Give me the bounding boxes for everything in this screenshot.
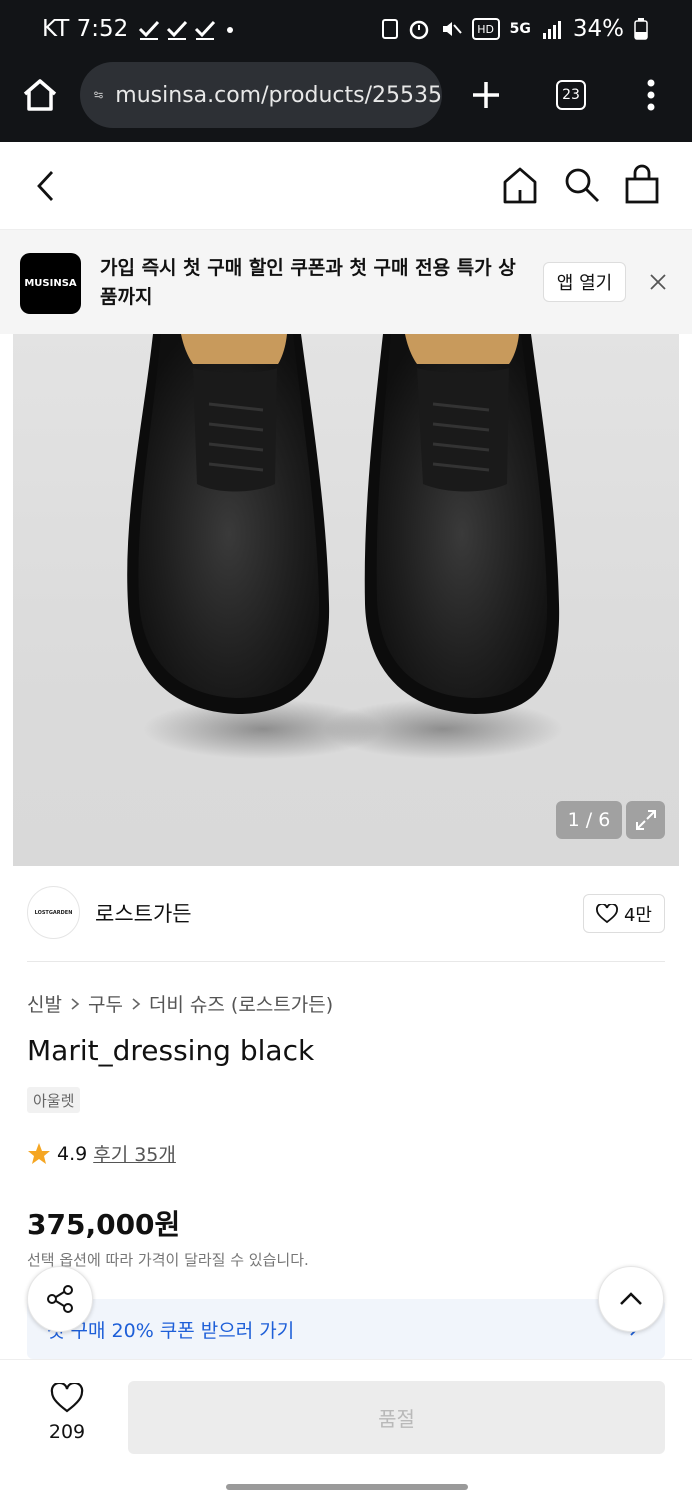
chevron-up-icon [620,1292,642,1305]
scroll-top-button[interactable] [598,1266,664,1332]
battery-saver-icon [381,19,398,39]
share-button[interactable] [27,1266,93,1332]
network-label: 5G [509,21,531,37]
divider [27,961,665,962]
wishlist-count: 209 [48,1421,86,1443]
brand-name[interactable]: 로스트가든 [95,898,192,928]
breadcrumb: 신발 구두 더비 슈즈 (로스트가든) [27,990,333,1017]
site-settings-icon[interactable] [94,83,103,107]
brand-likes-count: 4만 [623,904,652,926]
product-image[interactable] [13,334,679,866]
star-icon [28,1142,50,1164]
more-menu-icon[interactable] [644,78,658,112]
shoes-image [127,334,563,759]
status-bar: KT 7:52 HD 5G 34% [0,0,692,62]
breadcrumb-item[interactable]: 신발 [27,990,62,1017]
chevron-right-icon [132,997,141,1010]
url-text: musinsa.com/products/25535 [115,82,442,108]
check-icons [139,20,234,40]
app-header [0,142,692,230]
banner-text: 가입 즉시 첫 구매 할인 쿠폰과 첫 구매 전용 특가 상품까지 [100,257,516,308]
back-icon[interactable] [36,170,56,202]
battery-percent: 34% [572,16,624,42]
musinsa-logo: MUSINSA [20,253,81,314]
signal-icon [542,21,561,39]
breadcrumb-item[interactable]: 구두 [88,990,123,1017]
brand-like-button[interactable]: 4만 [583,894,665,933]
heart-icon [50,1381,84,1413]
battery-icon [634,18,648,40]
heart-icon [596,903,618,923]
alarm-icon [409,20,428,40]
carrier-time: KT 7:52 [42,16,129,42]
home-icon[interactable] [502,166,538,204]
rating-row: 4.9 후기 35개 [27,1140,176,1167]
hd-icon: HD [471,18,500,40]
expand-image-button[interactable] [626,801,665,839]
breadcrumb-item[interactable]: 더비 슈즈 (로스트가든) [149,990,333,1017]
outlet-tag: 아울렛 [27,1087,81,1113]
mute-icon [442,22,462,36]
brand-logo[interactable]: LOSTGARDEN [27,886,80,939]
open-app-button[interactable]: 앱 열기 [543,262,626,302]
cart-icon[interactable] [624,164,660,204]
chevron-right-icon [71,997,80,1010]
image-counter: 1 / 6 [556,801,622,839]
wishlist-button[interactable]: 209 [36,1381,98,1443]
app-install-banner: MUSINSA 가입 즉시 첫 구매 할인 쿠폰과 첫 구매 전용 특가 상품까… [0,230,692,334]
rating-value: 4.9 [57,1142,88,1165]
home-indicator[interactable] [226,1484,468,1490]
url-bar[interactable]: musinsa.com/products/25535 [80,62,442,128]
sold-out-button[interactable]: 품절 [128,1381,665,1454]
coupon-banner[interactable]: 첫 구매 20% 쿠폰 받으러 가기 [27,1299,665,1359]
product-price: 375,000원 [27,1208,181,1241]
new-tab-icon[interactable] [471,80,501,110]
close-icon[interactable] [650,274,666,290]
reviews-link[interactable]: 후기 35개 [93,1140,176,1167]
tab-switcher-button[interactable]: 23 [556,80,586,110]
share-icon [47,1285,73,1313]
expand-icon [635,810,656,830]
home-icon[interactable] [22,78,58,112]
product-title: Marit_dressing black [27,1034,315,1067]
browser-toolbar: musinsa.com/products/25535 23 [0,62,692,142]
search-icon[interactable] [563,166,601,204]
